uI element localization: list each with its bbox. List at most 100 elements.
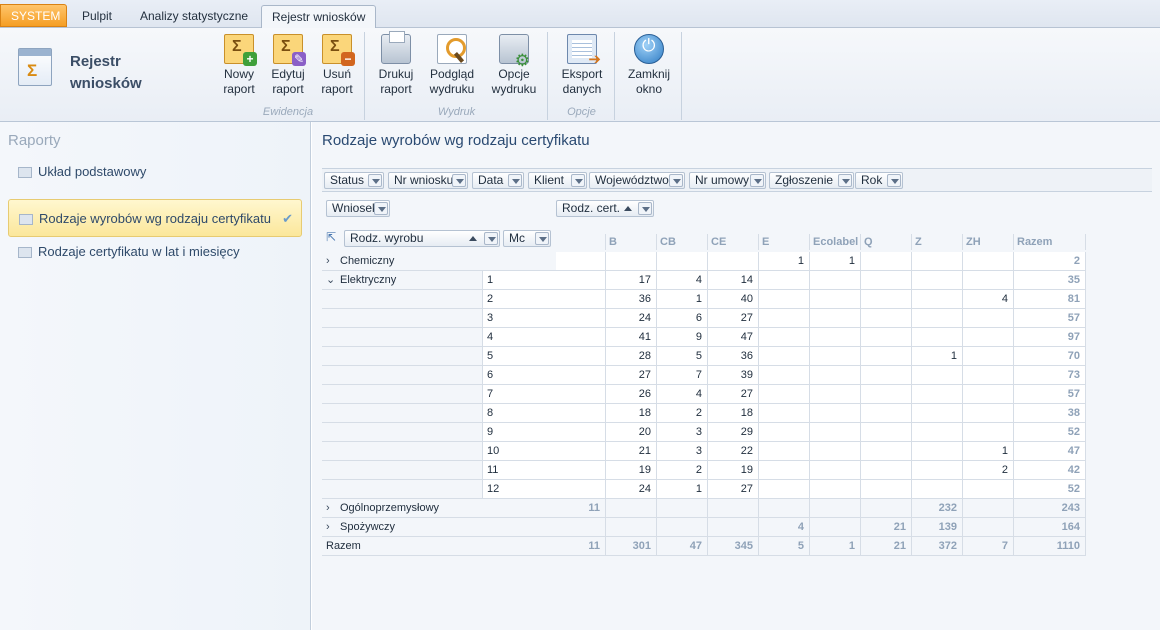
chevron-down-icon[interactable] (750, 174, 764, 187)
data-cell[interactable] (759, 309, 810, 328)
row-total-cell[interactable]: 38 (1014, 404, 1086, 423)
data-cell[interactable]: 17 (606, 271, 657, 290)
chevron-down-icon[interactable] (374, 202, 388, 215)
data-cell[interactable] (912, 366, 963, 385)
data-cell[interactable] (556, 366, 606, 385)
data-cell[interactable]: 27 (708, 480, 759, 499)
row-label[interactable]: › Chemiczny (322, 252, 556, 271)
column-header[interactable]: CE (708, 234, 759, 250)
tab-analizy-statystyczne[interactable]: Analizy statystyczne (130, 5, 258, 28)
data-cell[interactable] (657, 518, 708, 537)
data-cell[interactable] (759, 423, 810, 442)
data-cell[interactable] (861, 290, 912, 309)
data-cell[interactable] (810, 518, 861, 537)
chevron-down-icon[interactable] (452, 174, 466, 187)
report-item-uklad-podstawowy[interactable]: Układ podstawowy (8, 153, 302, 191)
data-cell[interactable]: 2 (657, 404, 708, 423)
data-cell[interactable] (861, 252, 912, 271)
data-cell[interactable]: 11 (556, 537, 606, 556)
delete-report-button[interactable]: − Usuń raport (316, 34, 358, 97)
filter-field-data[interactable]: Data (472, 172, 524, 189)
data-cell[interactable]: 1 (657, 290, 708, 309)
row-label[interactable]: ⌄ Elektryczny (322, 271, 482, 290)
data-cell[interactable] (810, 328, 861, 347)
data-cell[interactable]: 27 (708, 309, 759, 328)
data-cell[interactable]: 3 (657, 442, 708, 461)
chevron-down-icon[interactable] (368, 174, 382, 187)
row-total-cell[interactable]: 52 (1014, 480, 1086, 499)
filter-field-wojewodztwo[interactable]: Województwo (589, 172, 685, 189)
data-cell[interactable]: 5 (657, 347, 708, 366)
data-cell[interactable] (759, 404, 810, 423)
column-field-rodz-cert[interactable]: Rodz. cert. (556, 200, 654, 217)
data-cell[interactable]: 4 (657, 385, 708, 404)
edit-report-button[interactable]: ✎ Edytuj raport (267, 34, 309, 97)
data-cell[interactable]: 7 (657, 366, 708, 385)
data-cell[interactable]: 41 (606, 328, 657, 347)
filter-field-nr-wniosku[interactable]: Nr wniosku (388, 172, 468, 189)
column-header[interactable]: Ecolabel (810, 234, 861, 250)
data-cell[interactable] (759, 499, 810, 518)
data-cell[interactable]: 40 (708, 290, 759, 309)
data-cell[interactable]: 139 (912, 518, 963, 537)
data-cell[interactable] (861, 480, 912, 499)
data-cell[interactable] (657, 252, 708, 271)
data-cell[interactable] (963, 366, 1014, 385)
data-cell[interactable]: 4 (759, 518, 810, 537)
data-cell[interactable]: 47 (657, 537, 708, 556)
data-cell[interactable] (759, 271, 810, 290)
data-cell[interactable]: 1 (759, 252, 810, 271)
column-header[interactable]: B (606, 234, 657, 250)
data-cell[interactable]: 345 (708, 537, 759, 556)
data-cell[interactable]: 21 (861, 518, 912, 537)
data-cell[interactable] (963, 423, 1014, 442)
data-cell[interactable] (759, 328, 810, 347)
chevron-down-icon[interactable]: ⌄ (326, 271, 340, 290)
data-cell[interactable] (963, 328, 1014, 347)
data-cell[interactable] (708, 518, 759, 537)
data-cell[interactable] (708, 499, 759, 518)
data-cell[interactable] (963, 518, 1014, 537)
data-cell[interactable] (963, 252, 1014, 271)
data-cell[interactable]: 36 (606, 290, 657, 309)
data-cell[interactable] (759, 347, 810, 366)
data-cell[interactable] (606, 499, 657, 518)
data-cell[interactable] (759, 480, 810, 499)
row-total-cell[interactable]: 97 (1014, 328, 1086, 347)
data-cell[interactable] (861, 366, 912, 385)
data-cell[interactable] (759, 385, 810, 404)
data-cell[interactable] (912, 271, 963, 290)
data-cell[interactable]: 36 (708, 347, 759, 366)
data-cell[interactable] (912, 404, 963, 423)
data-cell[interactable]: 7 (963, 537, 1014, 556)
data-cell[interactable] (759, 461, 810, 480)
filter-field-nr-umowy[interactable]: Nr umowy (689, 172, 766, 189)
data-cell[interactable] (810, 347, 861, 366)
tab-system[interactable]: SYSTEM (0, 4, 67, 27)
data-cell[interactable] (810, 290, 861, 309)
data-cell[interactable] (556, 404, 606, 423)
chevron-down-icon[interactable] (669, 174, 683, 187)
report-item-rodzaje-certyfikatu[interactable]: Rodzaje certyfikatu w lat i miesięcy (8, 233, 302, 271)
data-cell[interactable] (606, 518, 657, 537)
row-total-cell[interactable]: 42 (1014, 461, 1086, 480)
data-cell[interactable] (657, 499, 708, 518)
data-cell[interactable] (556, 442, 606, 461)
column-header[interactable]: Z (912, 234, 963, 250)
data-cell[interactable]: 21 (606, 442, 657, 461)
data-cell[interactable] (861, 461, 912, 480)
row-total-cell[interactable]: 57 (1014, 385, 1086, 404)
column-header[interactable] (556, 234, 606, 250)
data-cell[interactable]: 9 (657, 328, 708, 347)
data-cell[interactable] (861, 423, 912, 442)
data-cell[interactable]: 24 (606, 309, 657, 328)
data-cell[interactable]: 2 (657, 461, 708, 480)
data-cell[interactable]: 22 (708, 442, 759, 461)
chevron-down-icon[interactable] (838, 174, 852, 187)
print-options-button[interactable]: Opcje wydruku (488, 34, 540, 97)
data-cell[interactable] (759, 366, 810, 385)
tab-pulpit[interactable]: Pulpit (72, 5, 122, 28)
data-cell[interactable] (861, 271, 912, 290)
data-cell[interactable] (912, 423, 963, 442)
data-cell[interactable]: 301 (606, 537, 657, 556)
